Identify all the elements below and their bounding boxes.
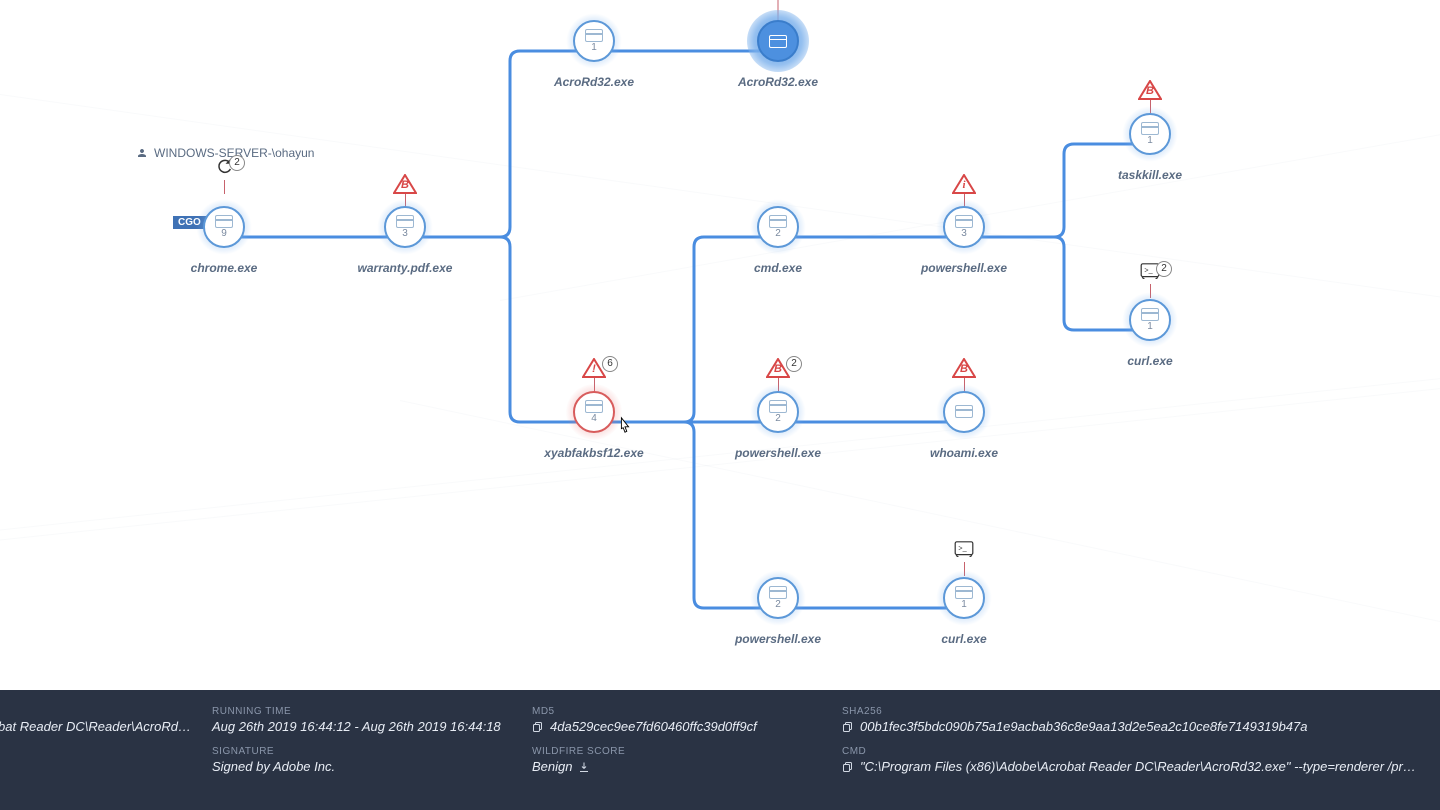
copy-icon[interactable] [842,760,854,774]
node-curl-1[interactable]: 1 curl.exe [1090,292,1210,368]
node-label: powershell.exe [718,632,838,646]
window-icon [955,586,973,599]
node-powershell-2[interactable]: 2 powershell.exe [718,570,838,646]
window-icon [769,35,787,48]
detail-running-time-value: Aug 26th 2019 16:44:12 - Aug 26th 2019 1… [212,719,488,734]
node-label: chrome.exe [164,261,284,275]
window-icon [955,405,973,418]
detail-path-header [0,706,168,717]
user-icon [136,147,148,159]
node-powershell-main[interactable]: 3 powershell.exe [904,199,1024,275]
node-count: 1 [1147,136,1153,146]
detail-sha-header: SHA256 [842,706,1418,717]
detail-md5-value: 4da529cec9ee7fd60460ffc39d0ff9cf [550,719,757,734]
node-acrord32-2-selected[interactable]: AcroRd32.exe [718,13,838,89]
detail-signature-value: Signed by Adobe Inc. [212,759,488,774]
badge-count: 6 [602,356,618,372]
svg-text:>_: >_ [958,544,967,553]
window-icon [769,400,787,413]
detail-cmd-value: "C:\Program Files (x86)\Adobe\Acrobat Re… [860,759,1418,774]
window-icon [769,215,787,228]
node-count: 4 [591,414,597,424]
node-count: 2 [775,414,781,424]
badge-count: 2 [1156,261,1172,277]
terminal-icon: >_ [954,541,974,562]
window-icon [585,29,603,42]
download-icon[interactable] [578,761,590,773]
badge-letter: i [952,179,976,191]
process-tree-canvas[interactable]: WINDOWS-SERVER-\ohayun CGO 2 9 chrome.ex… [0,0,1440,690]
node-count: 9 [221,229,227,239]
copy-icon[interactable] [532,720,544,734]
badge-count: 2 [229,155,245,171]
detail-running-time-header: RUNNING TIME [212,706,488,717]
node-acrord32-1[interactable]: 1 AcroRd32.exe [534,13,654,89]
node-curl-2[interactable]: 1 curl.exe [904,570,1024,646]
node-warranty[interactable]: 3 warranty.pdf.exe [345,199,465,275]
node-label: curl.exe [904,632,1024,646]
node-count: 3 [402,229,408,239]
window-icon [955,215,973,228]
detail-sha-value: 00b1fec3f5bdc090b75a1e9acbab36c8e9aa13d2… [860,719,1307,734]
node-label: xyabfakbsf12.exe [534,446,654,460]
window-icon [396,215,414,228]
detail-wildfire-value: Benign [532,759,572,774]
detail-signature-header: SIGNATURE [212,746,488,757]
node-label: whoami.exe [904,446,1024,460]
detail-cmd-header: CMD [842,746,1418,757]
node-whoami[interactable]: whoami.exe [904,384,1024,460]
badge-letter: B [393,179,417,191]
node-count: 1 [1147,322,1153,332]
window-icon [585,400,603,413]
node-label: powershell.exe [904,261,1024,275]
node-cmd[interactable]: 2 cmd.exe [718,199,838,275]
node-label: AcroRd32.exe [718,75,838,89]
node-count: 3 [961,229,967,239]
window-icon [1141,308,1159,321]
detail-path-value: crobat Reader DC\Reader\AcroRd… [0,719,168,734]
badge-sync: 2 [215,157,233,194]
node-count: 1 [961,600,967,610]
badge-count: 2 [786,356,802,372]
node-taskkill[interactable]: 1 taskkill.exe [1090,106,1210,182]
node-chrome[interactable]: 9 chrome.exe [164,199,284,275]
window-icon [769,586,787,599]
svg-text:>_: >_ [1144,266,1153,275]
node-label: warranty.pdf.exe [345,261,465,275]
details-panel: crobat Reader DC\Reader\AcroRd… RUNNING … [0,690,1440,810]
node-powershell-1[interactable]: 2 powershell.exe [718,384,838,460]
node-label: taskkill.exe [1090,168,1210,182]
window-icon [1141,122,1159,135]
window-icon [215,215,233,228]
detail-wildfire-header: WILDFIRE SCORE [532,746,798,757]
detail-md5-header: MD5 [532,706,798,717]
node-xyab[interactable]: 4 xyabfakbsf12.exe [534,384,654,460]
node-count: 1 [591,43,597,53]
node-label: curl.exe [1090,354,1210,368]
node-label: cmd.exe [718,261,838,275]
badge-letter: B [952,363,976,375]
badge-letter: B [1138,85,1162,97]
node-label: powershell.exe [718,446,838,460]
node-count: 2 [775,600,781,610]
copy-icon[interactable] [842,720,854,734]
node-count: 2 [775,229,781,239]
node-label: AcroRd32.exe [534,75,654,89]
